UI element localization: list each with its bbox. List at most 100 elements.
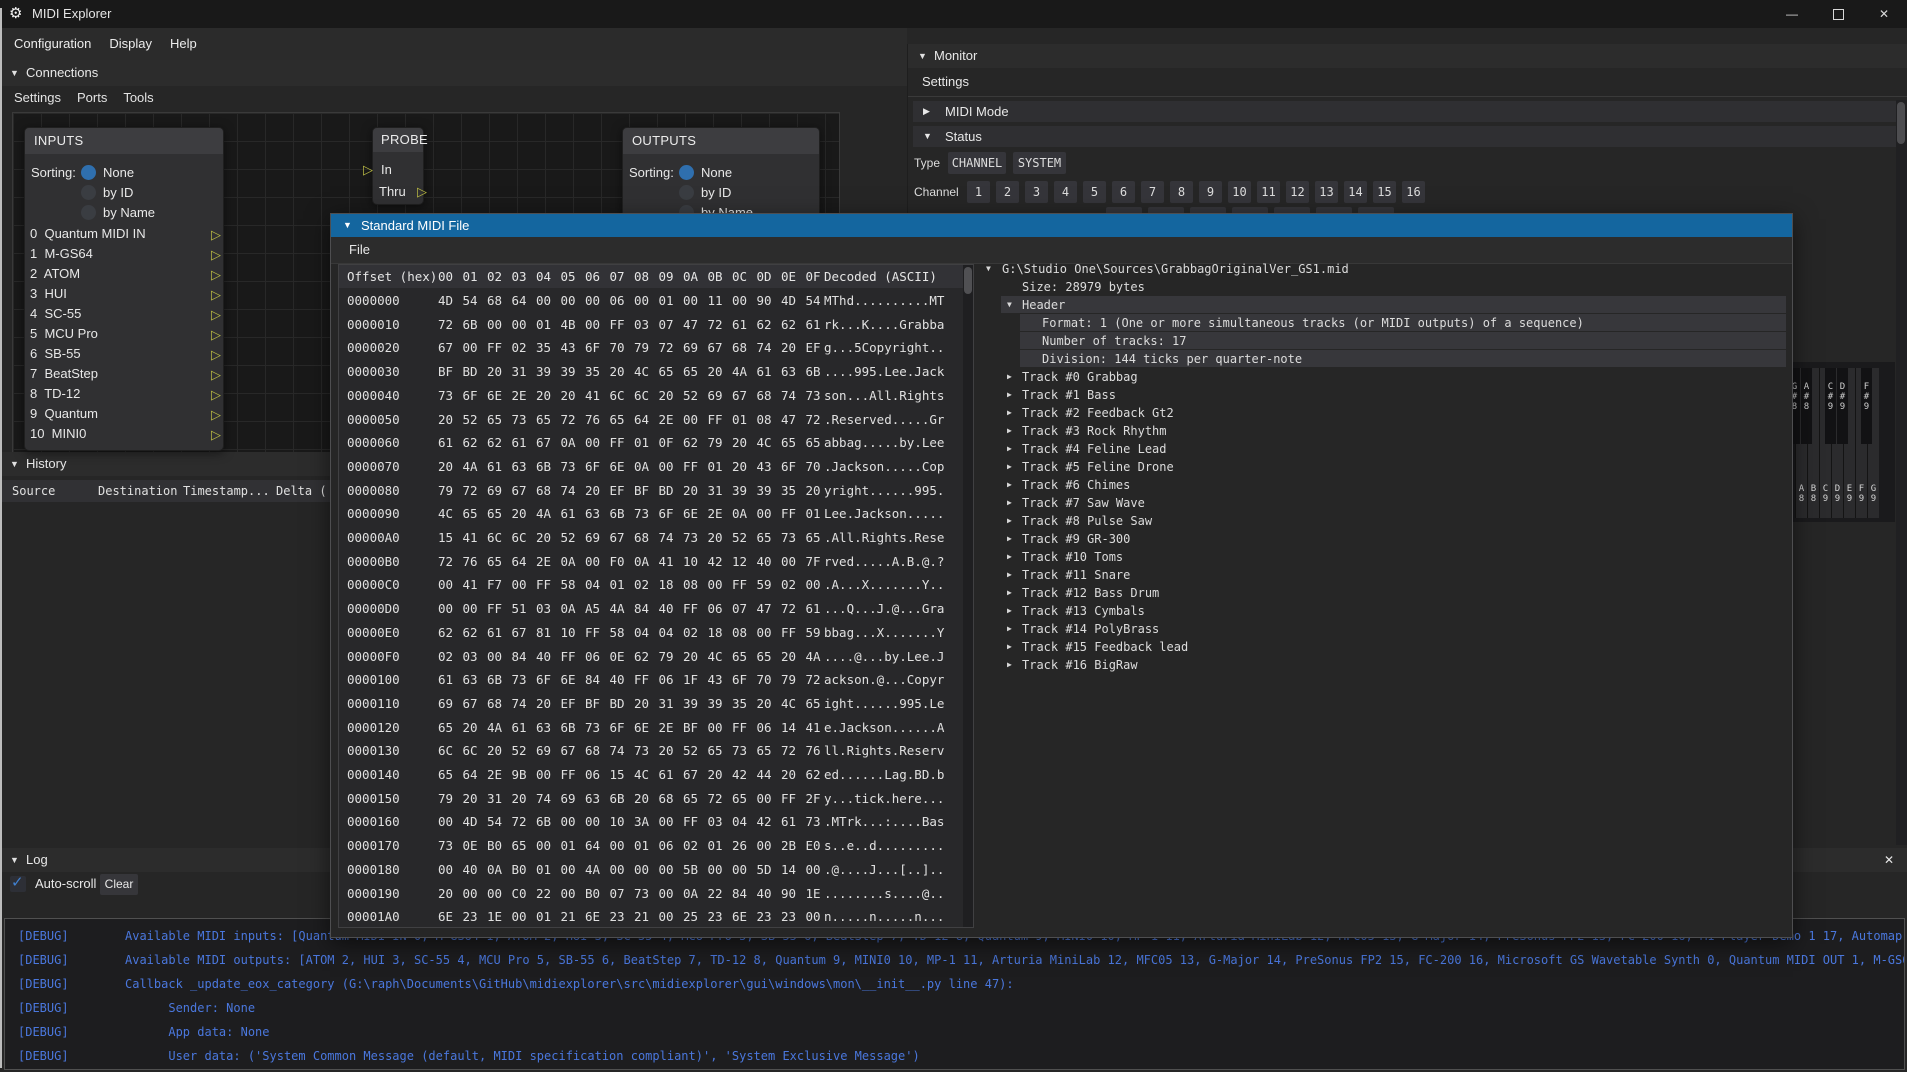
output-pin-icon[interactable]: ▷	[211, 385, 221, 405]
tree-header-field[interactable]: Format: 1 (One or more simultaneous trac…	[986, 314, 1786, 332]
tree-track[interactable]: ▶Track #14 PolyBrass	[986, 620, 1786, 638]
channel-button-6[interactable]: 6	[1112, 181, 1135, 203]
black-key-f-9[interactable]: F # 9	[1861, 368, 1872, 444]
tree-track[interactable]: ▶Track #13 Cymbals	[986, 602, 1786, 620]
output-pin-icon[interactable]: ▷	[211, 325, 221, 345]
scrollbar-thumb[interactable]	[964, 267, 972, 294]
maximize-button[interactable]	[1815, 0, 1861, 28]
radio-by-id[interactable]	[81, 185, 96, 200]
menu-display[interactable]: Display	[109, 28, 152, 60]
log-message: Callback _update_eox_category (G:\raph\D…	[125, 972, 1014, 996]
clear-button[interactable]: Clear	[100, 874, 138, 895]
channel-button-11[interactable]: 11	[1257, 181, 1280, 203]
tree-track[interactable]: ▶Track #8 Pulse Saw	[986, 512, 1786, 530]
midi-mode-section[interactable]: ▶ MIDI Mode	[913, 101, 1896, 122]
scrollbar-thumb[interactable]	[1897, 102, 1905, 144]
tree-track[interactable]: ▶Track #7 Saw Wave	[986, 494, 1786, 512]
tree-header[interactable]: ▼Header	[986, 296, 1786, 314]
output-pin-icon[interactable]: ▷	[211, 265, 221, 285]
channel-button-13[interactable]: 13	[1315, 181, 1338, 203]
tree-track[interactable]: ▶Track #9 GR-300	[986, 530, 1786, 548]
black-key-a-8[interactable]: A # 8	[1801, 368, 1812, 444]
close-button[interactable]: ✕	[1861, 0, 1907, 28]
radio-none[interactable]	[81, 165, 96, 180]
connections-header[interactable]: ▼ Connections	[0, 60, 907, 86]
radio-by-name[interactable]	[81, 205, 96, 220]
output-pin-icon[interactable]: ▷	[211, 365, 221, 385]
minimize-button[interactable]: —	[1769, 0, 1815, 28]
channel-button-8[interactable]: 8	[1170, 181, 1193, 203]
tree-header-field[interactable]: Division: 144 ticks per quarter-note	[986, 350, 1786, 368]
tree-track[interactable]: ▶Track #15 Feedback lead	[986, 638, 1786, 656]
black-key-d-9[interactable]: D # 9	[1837, 368, 1848, 444]
probe-thru-pin-icon[interactable]: ▷	[417, 184, 427, 200]
type-button-system[interactable]: SYSTEM	[1013, 152, 1066, 174]
menu-configuration[interactable]: Configuration	[14, 28, 91, 60]
tree-track[interactable]: ▶Track #2 Feedback Gt2	[986, 404, 1786, 422]
channel-button-3[interactable]: 3	[1025, 181, 1048, 203]
black-key-c-9[interactable]: C # 9	[1825, 368, 1836, 444]
output-pin-icon[interactable]: ▷	[211, 405, 221, 425]
hex-byte: 65	[463, 502, 478, 526]
channel-button-2[interactable]: 2	[996, 181, 1019, 203]
monitor-scrollbar[interactable]	[1896, 100, 1907, 845]
type-button-channel[interactable]: CHANNEL	[948, 152, 1006, 174]
tree-root[interactable]: ▼G:\Studio One\Sources\GrabbagOriginalVe…	[986, 260, 1786, 278]
outputs-node[interactable]: OUTPUTS Sorting: Noneby IDby Name	[622, 127, 820, 225]
smf-window[interactable]: ▼ Standard MIDI File File Offset (hex)00…	[330, 213, 1793, 938]
radio-by-id[interactable]	[679, 185, 694, 200]
tree-track[interactable]: ▶Track #12 Bass Drum	[986, 584, 1786, 602]
tab-settings[interactable]: Settings	[922, 68, 969, 96]
tree-header-field[interactable]: Number of tracks: 17	[986, 332, 1786, 350]
smf-titlebar[interactable]: ▼ Standard MIDI File	[331, 214, 1792, 237]
output-pin-icon[interactable]: ▷	[211, 305, 221, 325]
channel-button-9[interactable]: 9	[1199, 181, 1222, 203]
tab-settings[interactable]: Settings	[14, 86, 61, 110]
menu-file[interactable]: File	[349, 237, 370, 263]
inputs-node[interactable]: INPUTS Sorting: Noneby IDby Name0 Quantu…	[24, 127, 224, 451]
probe-node-header[interactable]: PROBE	[373, 128, 423, 152]
monitor-header[interactable]: ▼ Monitor	[908, 44, 1907, 68]
autoscroll-checkbox[interactable]: ✓	[10, 876, 26, 892]
output-pin-icon[interactable]: ▷	[211, 345, 221, 365]
hex-scrollbar[interactable]	[963, 265, 973, 927]
channel-button-4[interactable]: 4	[1054, 181, 1077, 203]
hex-byte: 26	[732, 834, 747, 858]
tab-tools[interactable]: Tools	[123, 86, 153, 110]
window-resize-edge[interactable]	[0, 8, 2, 1068]
channel-button-5[interactable]: 5	[1083, 181, 1106, 203]
tree-track[interactable]: ▶Track #6 Chimes	[986, 476, 1786, 494]
probe-in-pin-icon[interactable]: ▷	[363, 162, 373, 178]
channel-button-10[interactable]: 10	[1228, 181, 1251, 203]
hex-byte: 72	[659, 336, 674, 360]
tree-track[interactable]: ▶Track #16 BigRaw	[986, 656, 1786, 674]
output-pin-icon[interactable]: ▷	[211, 225, 221, 245]
channel-button-14[interactable]: 14	[1344, 181, 1367, 203]
status-section[interactable]: ▼ Status	[913, 126, 1896, 147]
outputs-node-header[interactable]: OUTPUTS	[623, 128, 819, 154]
channel-button-7[interactable]: 7	[1141, 181, 1164, 203]
hex-byte: 20	[683, 645, 698, 669]
hex-byte: 4C	[781, 692, 796, 716]
radio-none[interactable]	[679, 165, 694, 180]
hex-byte: 65	[806, 692, 821, 716]
tab-ports[interactable]: Ports	[77, 86, 107, 110]
log-close-button[interactable]: ✕	[1884, 848, 1894, 872]
tree-track[interactable]: ▶Track #0 Grabbag	[986, 368, 1786, 386]
tree-track[interactable]: ▶Track #10 Toms	[986, 548, 1786, 566]
tree-track[interactable]: ▶Track #11 Snare	[986, 566, 1786, 584]
channel-button-16[interactable]: 16	[1402, 181, 1425, 203]
tree-track[interactable]: ▶Track #4 Feline Lead	[986, 440, 1786, 458]
output-pin-icon[interactable]: ▷	[211, 245, 221, 265]
channel-button-12[interactable]: 12	[1286, 181, 1309, 203]
menu-help[interactable]: Help	[170, 28, 197, 60]
channel-button-15[interactable]: 15	[1373, 181, 1396, 203]
channel-button-1[interactable]: 1	[967, 181, 990, 203]
tree-track[interactable]: ▶Track #3 Rock Rhythm	[986, 422, 1786, 440]
tree-track[interactable]: ▶Track #1 Bass	[986, 386, 1786, 404]
inputs-node-header[interactable]: INPUTS	[25, 128, 223, 154]
output-pin-icon[interactable]: ▷	[211, 425, 221, 445]
tree-size[interactable]: Size: 28979 bytes	[986, 278, 1786, 296]
tree-track[interactable]: ▶Track #5 Feline Drone	[986, 458, 1786, 476]
output-pin-icon[interactable]: ▷	[211, 285, 221, 305]
